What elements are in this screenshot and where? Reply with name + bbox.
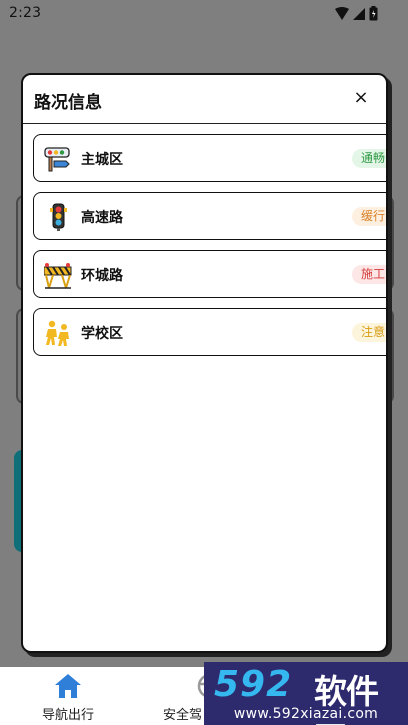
road-item-school-zone[interactable]: 学校区 注意 xyxy=(33,308,386,356)
status-badge: 通畅 xyxy=(351,149,386,168)
dialog-header: 路况信息 × xyxy=(23,75,386,124)
road-item-highway[interactable]: 高速路 缓行 xyxy=(33,192,386,240)
road-item-main-city[interactable]: 主城区 通畅 xyxy=(33,134,386,182)
status-badge: 注意 xyxy=(351,323,386,342)
dialog-title: 路况信息 xyxy=(34,93,102,113)
road-name: 高速路 xyxy=(81,210,123,226)
school-children-icon xyxy=(46,320,69,346)
status-time: 2:23 xyxy=(9,5,42,21)
watermark-url: www.592xiazai.com xyxy=(233,706,379,722)
nav-item-navigation[interactable]: 导航出行 xyxy=(23,667,113,725)
construction-barrier-icon xyxy=(44,263,72,289)
traffic-light-icon xyxy=(50,203,67,231)
status-badge: 施工 xyxy=(351,265,386,284)
signal-icon xyxy=(335,6,349,20)
road-name: 学校区 xyxy=(81,326,123,342)
watermark-banner: 592 软件园 www.592xiazai.com xyxy=(204,662,408,725)
road-info-dialog: 路况信息 × 主城区 通畅 高速路 缓行 环城路 施工 学校区 注意 xyxy=(21,73,388,653)
road-item-ring-road[interactable]: 环城路 施工 xyxy=(33,250,386,298)
cellular-icon xyxy=(353,7,365,20)
road-name: 主城区 xyxy=(81,152,123,168)
status-badge: 缓行 xyxy=(351,207,386,226)
watermark-logo: 592 xyxy=(214,664,293,705)
road-sign-icon xyxy=(44,147,70,172)
status-bar: 2:23 xyxy=(0,0,408,28)
road-name: 环城路 xyxy=(81,268,123,284)
battery-icon xyxy=(369,6,378,21)
nav-label-navigation: 导航出行 xyxy=(41,708,94,723)
close-button[interactable]: × xyxy=(350,87,372,109)
home-icon xyxy=(55,674,81,698)
status-icons xyxy=(335,6,378,21)
